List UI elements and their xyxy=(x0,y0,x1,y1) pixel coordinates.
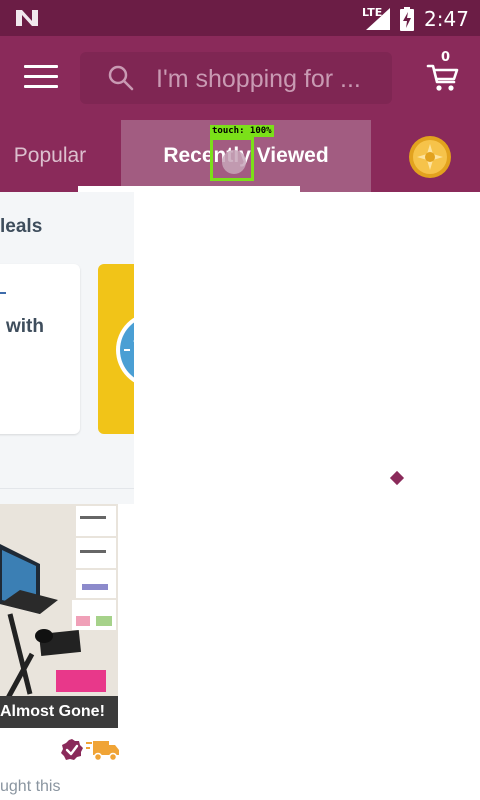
battery-charging-icon xyxy=(400,7,414,31)
cart-icon xyxy=(426,64,459,91)
promo-card[interactable] xyxy=(98,264,134,434)
clock-time: 2:47 xyxy=(424,7,469,31)
status-bar: LTE 2:47 xyxy=(0,0,480,36)
deal-card[interactable]: with xyxy=(0,264,80,434)
tab-recently-viewed[interactable]: Recently Viewed xyxy=(121,120,371,192)
content-panel: leals with Almost Gone! ught this xyxy=(0,192,134,800)
menu-button[interactable] xyxy=(24,65,58,89)
menu-icon xyxy=(24,65,58,68)
loading-indicator xyxy=(389,470,405,486)
search-input[interactable]: I'm shopping for ... xyxy=(156,65,386,94)
search-icon xyxy=(108,65,134,91)
verified-badge-icon xyxy=(61,739,83,760)
bought-count-text: ught this xyxy=(0,778,61,795)
signal-icon xyxy=(366,8,390,30)
cart-count-badge: 0 xyxy=(441,50,451,65)
notification-logo-icon xyxy=(16,10,38,26)
menu-icon-line xyxy=(24,85,58,88)
truck-icon xyxy=(86,741,119,762)
stock-banner: Almost Gone! xyxy=(0,696,118,728)
coin-icon[interactable] xyxy=(408,135,452,179)
deal-card-text: with xyxy=(6,316,44,337)
product-image xyxy=(0,504,118,700)
deals-title: leals xyxy=(0,216,43,237)
tab-bar: Popular Recently Viewed xyxy=(0,120,480,192)
app-header: I'm shopping for ... 0 xyxy=(0,36,480,120)
menu-icon-line xyxy=(24,75,58,78)
section-divider xyxy=(0,488,134,489)
search-bar[interactable]: I'm shopping for ... xyxy=(80,52,392,104)
product-card[interactable]: Almost Gone! ught this xyxy=(0,504,134,800)
cart-button[interactable]: 0 xyxy=(424,50,468,100)
tab-popular[interactable]: Popular xyxy=(0,120,100,192)
deal-card-accent xyxy=(0,292,6,294)
laptop-desk-image xyxy=(0,504,118,700)
clock-icon xyxy=(116,317,134,383)
